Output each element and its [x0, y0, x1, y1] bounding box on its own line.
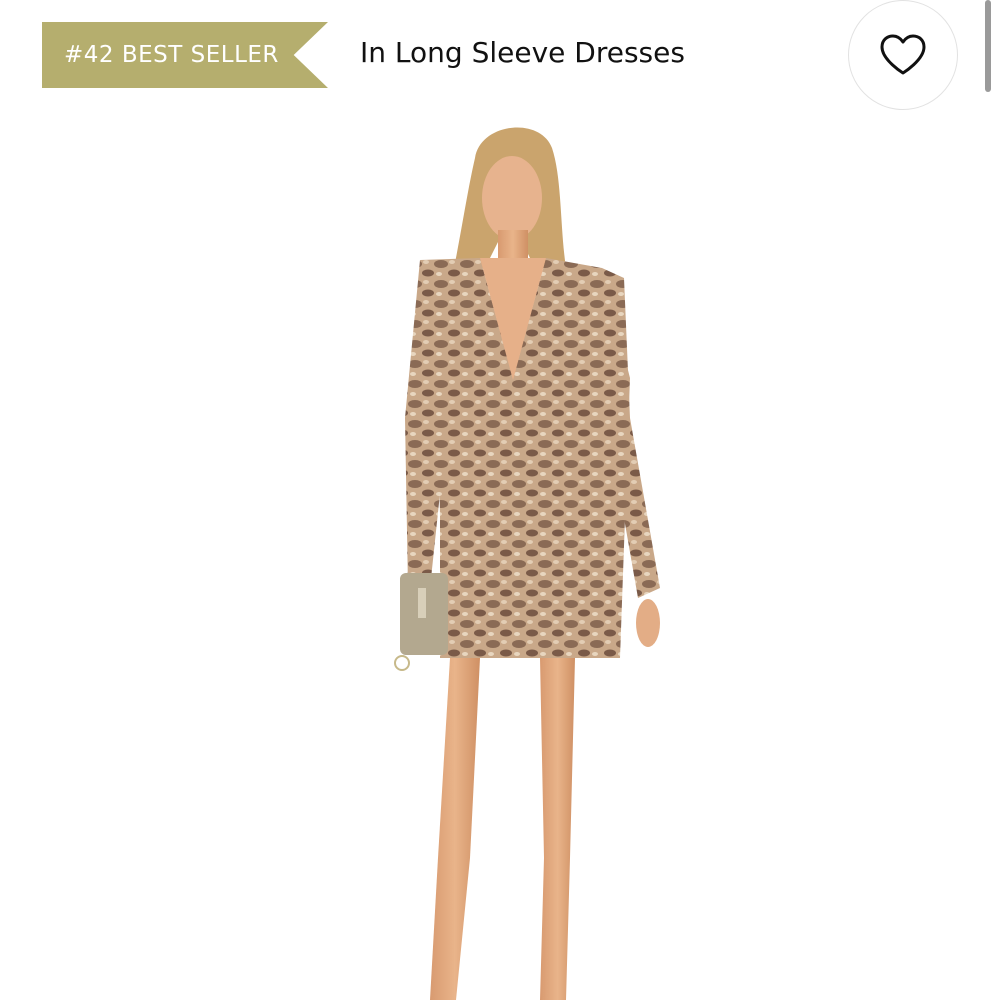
scrollbar[interactable]: [985, 0, 991, 92]
best-seller-badge: #42 BEST SELLER: [42, 22, 328, 88]
product-image[interactable]: [330, 118, 690, 1000]
best-seller-badge-text: #42 BEST SELLER: [64, 42, 279, 68]
heart-outline-icon: [880, 34, 926, 75]
category-link[interactable]: In Long Sleeve Dresses: [360, 36, 685, 69]
favorite-button[interactable]: [848, 0, 958, 110]
product-page: #42 BEST SELLER In Long Sleeve Dresses: [0, 0, 1000, 1000]
